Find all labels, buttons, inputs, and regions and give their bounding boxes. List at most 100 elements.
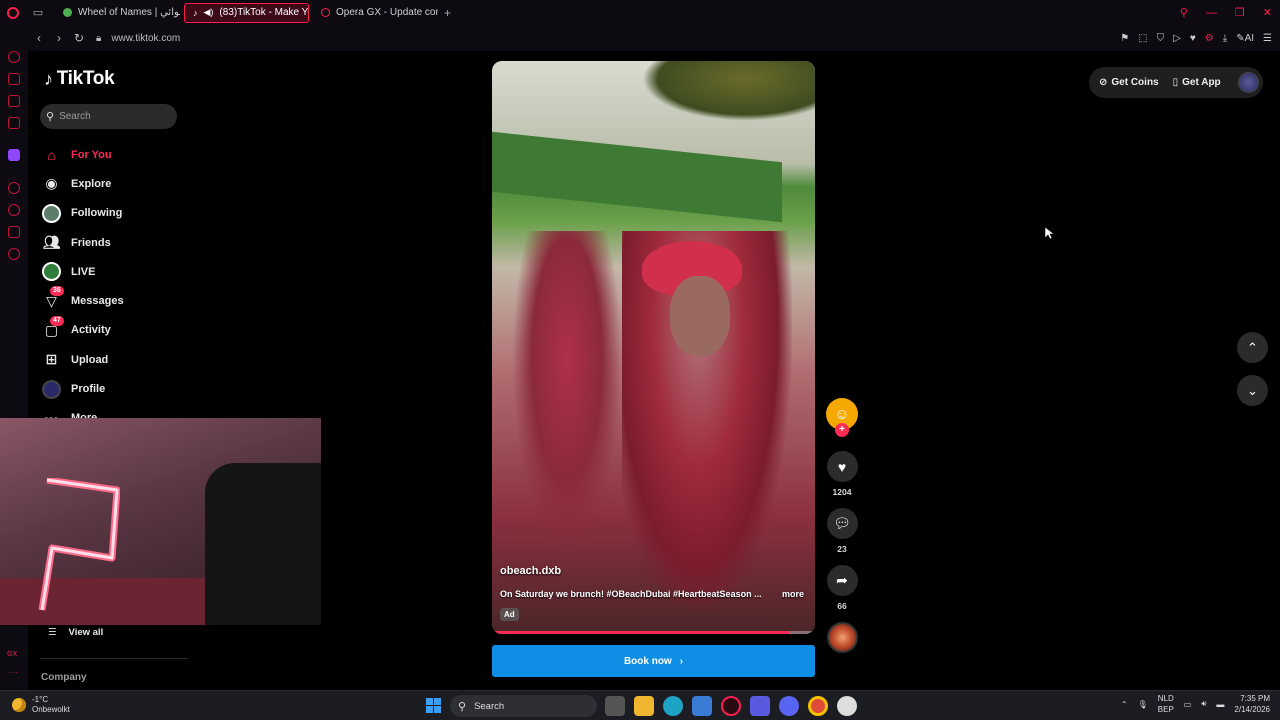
book-now-button[interactable]: Book now › [492, 645, 815, 677]
back-icon[interactable]: ‹ [30, 31, 48, 45]
tab-label: (83)TikTok - Make You [219, 7, 309, 18]
next-video-button[interactable]: ⌄ [1237, 375, 1268, 406]
tiktok-logo[interactable]: ♪ TikTok [44, 68, 115, 90]
nav-profile[interactable]: Profile [42, 374, 124, 403]
nav-label: Activity [71, 324, 111, 337]
play-icon[interactable]: ▷ [1173, 33, 1181, 44]
nav-label: Messages [71, 295, 124, 308]
previous-video-button[interactable]: ⌃ [1237, 332, 1268, 363]
adblock-icon[interactable]: ⛉ [1157, 33, 1165, 44]
share-button[interactable]: ➦ [826, 565, 858, 596]
nav-following[interactable]: Following [42, 199, 124, 228]
search-tabs-icon[interactable]: ⚲ [1180, 6, 1188, 19]
discord-icon[interactable] [779, 696, 799, 716]
moon-icon [12, 698, 26, 712]
comment-button[interactable]: 💬︎ [826, 508, 858, 539]
clock[interactable]: 7:35 PM 2/14/2026 [1234, 693, 1270, 715]
search-input[interactable]: ⚲ Search [40, 104, 177, 129]
file-explorer-icon[interactable] [634, 696, 654, 716]
start-button[interactable] [426, 698, 441, 713]
opera-gx-logo-icon[interactable] [0, 0, 25, 25]
heart-icon[interactable]: ♥ [1190, 33, 1196, 44]
gx-cleaner-icon[interactable] [8, 73, 20, 85]
chat-icon[interactable] [8, 226, 20, 238]
tab-wheel-of-names[interactable]: Wheel of Names | العشوائي [55, 3, 180, 23]
microphone-icon[interactable]: 🎙︎ [1138, 700, 1148, 709]
nav-activity[interactable]: ▢ 47 Activity [42, 315, 124, 345]
nav-live[interactable]: LIVE [42, 257, 124, 286]
language-indicator[interactable]: NLD BEP [1158, 693, 1174, 715]
nav-upload[interactable]: ⊞ Upload [42, 345, 124, 374]
weather-condition: Onbewolkt [32, 705, 70, 714]
chrome-icon[interactable] [808, 696, 828, 716]
minimize-button[interactable]: — [1206, 7, 1217, 19]
edge-icon[interactable] [663, 696, 683, 716]
nav-messages[interactable]: ▽ 36 Messages [42, 286, 124, 315]
get-app-button[interactable]: ▯ Get App [1173, 77, 1221, 88]
chevron-up-icon[interactable]: ⌃ [1121, 700, 1128, 709]
music-disc-icon[interactable] [826, 622, 858, 653]
monitor-icon[interactable]: ▭ [1184, 700, 1192, 709]
nav-for-you[interactable]: ⌂ For You [42, 140, 124, 169]
gx-icon[interactable]: GX [7, 651, 17, 658]
steam-icon[interactable] [837, 696, 857, 716]
start-tile [434, 698, 441, 705]
close-button[interactable]: ✕ [1263, 6, 1272, 19]
tab-tiktok[interactable]: ♪ ◀) (83)TikTok - Make You [184, 2, 309, 23]
new-tab-button[interactable]: + [444, 6, 451, 20]
menu-icon[interactable]: ☰ [1263, 33, 1272, 44]
opera-gx-icon[interactable] [721, 696, 741, 716]
history-icon[interactable] [8, 182, 20, 194]
gx-control-icon[interactable] [8, 51, 20, 63]
nav-friends[interactable]: 👥︎ Friends [42, 228, 124, 257]
more-dots-icon[interactable]: ··· [8, 667, 18, 678]
company-heading[interactable]: Company [41, 672, 87, 683]
like-button[interactable]: ♥ [826, 451, 858, 482]
user-avatar[interactable] [1237, 72, 1259, 93]
url-field[interactable]: www.tiktok.com [111, 33, 180, 44]
nav-explore[interactable]: ◉ Explore [42, 169, 124, 198]
view-all-label: View all [68, 627, 104, 638]
video-username[interactable]: obeach.dxb [500, 565, 561, 577]
store-icon[interactable] [692, 696, 712, 716]
clock-icon[interactable] [8, 204, 20, 216]
reload-icon[interactable]: ↻ [70, 31, 88, 45]
volume-icon[interactable]: 🔊︎ [1201, 699, 1206, 709]
video-progress-bar[interactable] [492, 631, 815, 634]
speaker-icon[interactable]: ◀) [204, 7, 214, 18]
wallet-icon[interactable]: ⚙ [1205, 33, 1214, 44]
start-tile [426, 698, 433, 705]
messenger-icon[interactable] [8, 95, 20, 107]
battery-icon[interactable]: ▬ [1216, 700, 1224, 709]
caption-more-button[interactable]: more [782, 589, 804, 599]
video-progress-fill [492, 631, 790, 634]
weather-widget[interactable]: -1°C Onbewolkt [12, 695, 70, 715]
get-coins-button[interactable]: ⊘ Get Coins [1099, 77, 1159, 88]
snapshot-icon[interactable]: ⬚ [1138, 33, 1147, 44]
tab-opera-gx-update[interactable]: Opera GX - Update compl [313, 3, 438, 23]
workspaces-icon[interactable]: ▭ [25, 0, 51, 25]
address-bar: ‹ › ↻ 🔒︎ www.tiktok.com ⚑ ⬚ ⛉ ▷ ♥ ⚙ ⤓ ✎A… [28, 25, 1280, 51]
home-icon: ⌂ [47, 146, 56, 163]
creator-avatar[interactable]: ☺ + [826, 398, 858, 437]
video-player[interactable]: obeach.dxb On Saturday we brunch! #OBeac… [492, 61, 815, 634]
download-icon[interactable]: ⤓ [1223, 33, 1227, 44]
maximize-button[interactable]: ❐ [1235, 6, 1245, 19]
forward-icon[interactable]: › [50, 31, 68, 45]
lock-icon[interactable]: 🔒︎ [96, 33, 101, 44]
taskbar-search[interactable]: ⚲ Search [450, 695, 597, 717]
date: 2/14/2026 [1234, 705, 1270, 714]
twitch-icon[interactable] [8, 149, 20, 161]
taskbar-search-label: Search [474, 700, 505, 712]
settings-icon[interactable] [8, 248, 20, 260]
nav-label: LIVE [71, 265, 96, 278]
view-all-button[interactable]: ☰ View all [48, 627, 103, 638]
ai-button[interactable]: ✎AI [1236, 33, 1254, 44]
task-view-icon[interactable] [605, 696, 625, 716]
follow-plus-icon[interactable]: + [835, 423, 849, 437]
phone-icon: ▯ [1172, 77, 1179, 88]
app-icon[interactable] [750, 696, 770, 716]
bookmark-icon[interactable]: ⚑ [1120, 33, 1129, 44]
player-icon[interactable] [8, 117, 20, 129]
comment-count: 23 [837, 544, 847, 554]
